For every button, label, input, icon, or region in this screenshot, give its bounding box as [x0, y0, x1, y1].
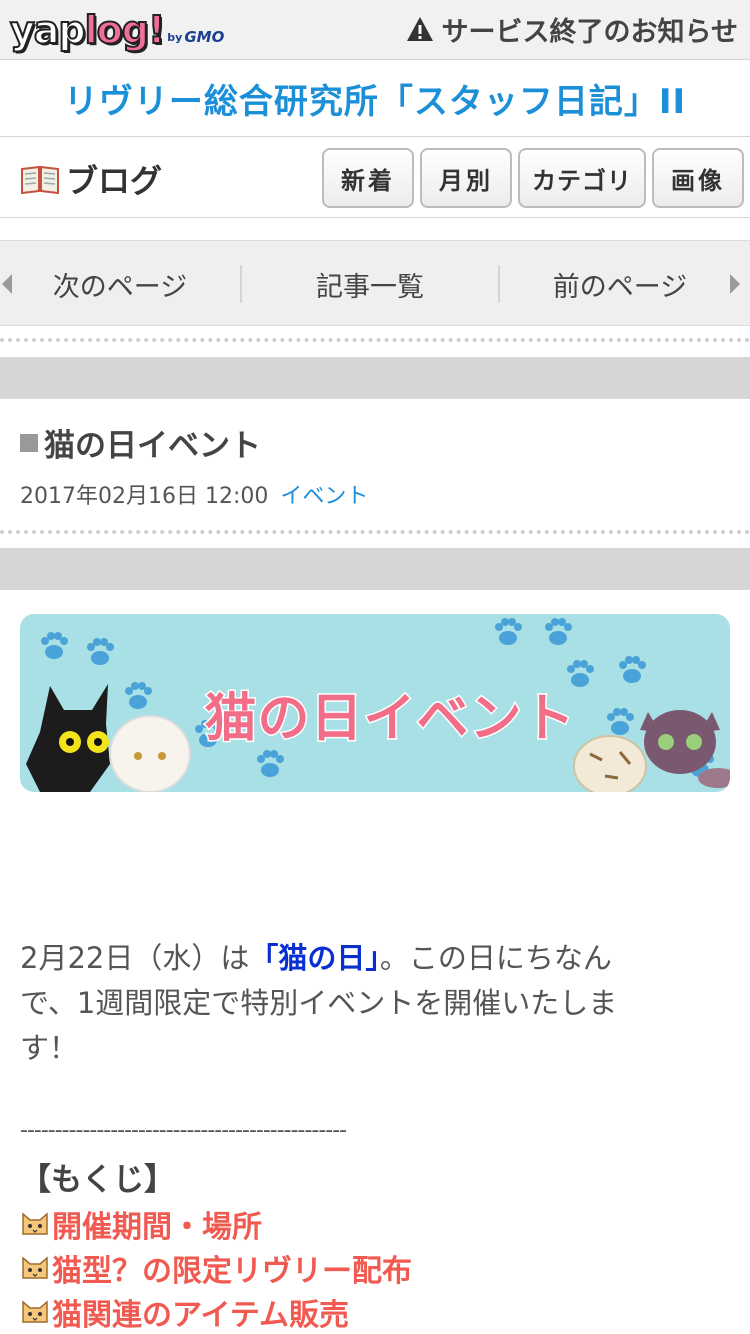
dotted-divider: [0, 530, 750, 534]
arrow-right-icon[interactable]: [730, 274, 740, 294]
dotted-divider: [0, 338, 750, 342]
yaplog-logo[interactable]: yaplog! by GMO: [9, 6, 225, 53]
body-line1-pre: 2月22日（水）は: [20, 941, 250, 975]
gray-band: [0, 357, 750, 399]
toc-item-schedule[interactable]: 開催期間・場所: [20, 1202, 262, 1246]
warning-icon: [406, 17, 433, 41]
toc-item-items-sale[interactable]: 猫関連のアイテム販売: [20, 1290, 349, 1334]
cat-day-highlight: 「猫の日」: [249, 941, 380, 975]
toc-item-limited-livly[interactable]: 猫型？の限定リヴリー配布: [20, 1246, 412, 1290]
black-cat-illustration: [26, 684, 110, 792]
white-cat-illustration: [109, 715, 191, 792]
article-list-link[interactable]: 記事一覧: [242, 241, 498, 327]
toc-item-label: 猫型？の限定リヴリー配布: [52, 1254, 412, 1289]
cat-face-icon: [22, 1212, 48, 1235]
logo-by: by: [167, 31, 183, 44]
entry-date: 2017年02月16日 12:00: [20, 484, 269, 509]
entry-title-text: 猫の日イベント: [44, 428, 261, 464]
logo-text-part1: yap: [9, 7, 87, 53]
category-button[interactable]: カテゴリ: [518, 148, 646, 208]
service-end-notice-link[interactable]: サービス終了のお知らせ: [406, 10, 738, 48]
toc-title: 【もくじ】: [20, 1162, 175, 1198]
toc-item-label: 開催期間・場所: [52, 1210, 262, 1245]
gray-band: [0, 548, 750, 590]
cat-day-banner: 猫の日イベント: [20, 614, 730, 792]
cat-face-icon: [22, 1256, 48, 1279]
top-header: yaplog! by GMO サービス終了のお知らせ: [0, 0, 750, 60]
new-posts-button[interactable]: 新着: [322, 148, 414, 208]
logo-gmo: GMO: [184, 28, 225, 46]
blog-title: リヴリー総合研究所「スタッフ日記」II: [63, 82, 687, 122]
banner-title: 猫の日イベント: [203, 688, 576, 751]
prev-page-link[interactable]: 前のページ: [500, 241, 740, 327]
next-page-link[interactable]: 次のページ: [0, 241, 240, 327]
body-line1-post: 。この日にちなん: [379, 941, 612, 975]
pager: 次のページ 記事一覧 前のページ: [0, 240, 750, 326]
blog-label-text: ブログ: [66, 162, 163, 200]
entry-category-link[interactable]: イベント: [280, 478, 368, 510]
blog-title-bar[interactable]: リヴリー総合研究所「スタッフ日記」II: [0, 61, 750, 137]
logo-text-part2: log!: [84, 7, 167, 53]
cat-face-icon: [22, 1300, 48, 1323]
book-icon: [21, 165, 59, 195]
entry-title[interactable]: 猫の日イベント: [20, 420, 261, 465]
images-button[interactable]: 画像: [652, 148, 744, 208]
text-divider: ----------------------------------------…: [20, 1118, 347, 1143]
monthly-button[interactable]: 月別: [420, 148, 512, 208]
notice-label: サービス終了のお知らせ: [441, 16, 738, 48]
blog-nav-row: ブログ 新着 月別 カテゴリ 画像: [0, 138, 750, 218]
purple-cat-illustration: [640, 710, 730, 788]
square-bullet-icon: [20, 433, 38, 452]
toc-item-label: 猫関連のアイテム販売: [52, 1298, 349, 1333]
entry-meta: 2017年02月16日 12:00 イベント: [20, 478, 368, 510]
body-line3: す！: [20, 1031, 79, 1065]
blog-label: ブログ: [20, 156, 162, 202]
body-line2: で、1週間限定で特別イベントを開催いたしま: [20, 986, 618, 1020]
entry-body: 2月22日（水）は「猫の日」。この日にちなん で、1週間限定で特別イベントを開催…: [20, 936, 720, 1071]
